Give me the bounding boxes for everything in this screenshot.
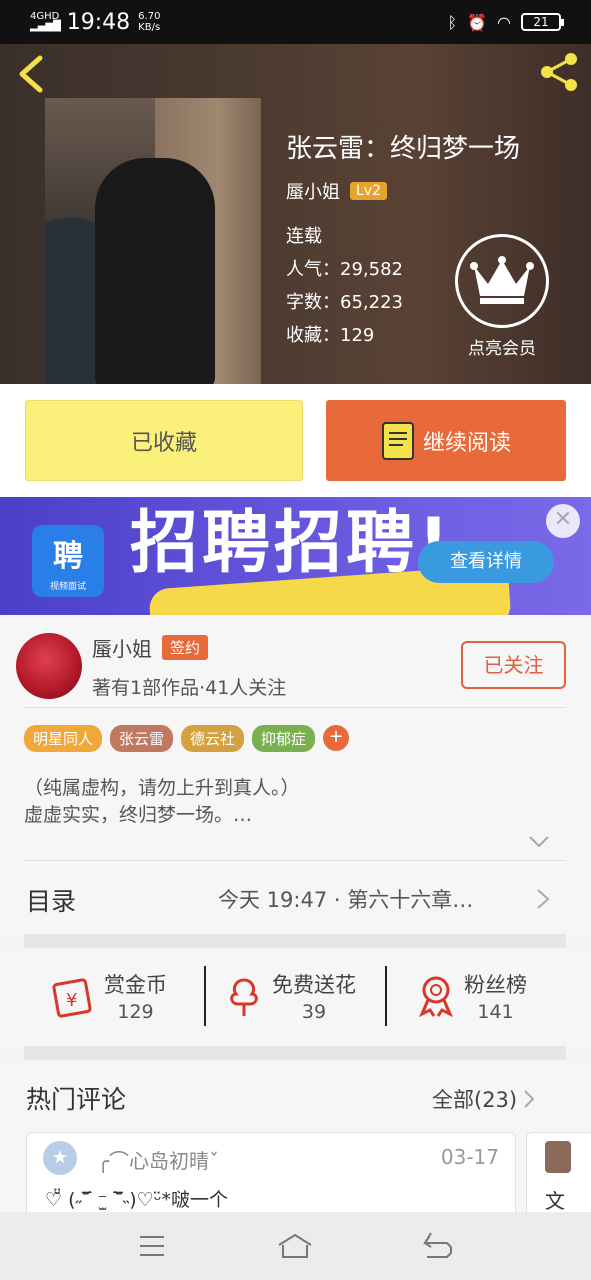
tag-item[interactable]: 张云雷 [110,725,174,752]
avatar[interactable] [16,633,82,699]
medal-icon [419,976,453,1018]
latest-chapter: 今天 19:47 · 第六十六章… [218,888,474,912]
section-separator [24,1046,566,1060]
divider [385,966,387,1026]
tag-list: 明星同人 张云雷 德云社 抑郁症 + [24,725,350,752]
book-cover[interactable] [45,98,261,384]
rewards-bar: ¥ 赏金币 129 免费送花 39 粉丝榜 141 [0,948,591,1046]
reward-flowers[interactable]: 免费送花 39 [224,966,356,1026]
tag-item[interactable]: 抑郁症 [252,725,316,752]
divider [24,860,566,861]
divider [204,966,206,1026]
menu-icon[interactable] [132,1231,172,1261]
member-label: 点亮会员 [468,339,536,359]
avatar [545,1141,571,1173]
home-icon[interactable] [275,1231,315,1261]
level-badge: Lv2 [350,182,387,200]
catalog-row[interactable]: 目录 今天 19:47 · 第六十六章… [0,862,591,934]
collected-button[interactable]: 已收藏 [25,400,303,481]
bluetooth-icon: ᛒ [447,12,458,32]
svg-text:¥: ¥ [66,990,77,1011]
chevron-right-icon [524,1090,535,1108]
catalog-label: 目录 [26,887,77,916]
popularity-stat: 人气：29,582 [286,259,403,280]
network-speed: 6.70 KB/s [138,11,161,33]
book-header: 张云雷：终归梦一场 蜃小姐 Lv2 连载 人气：29,582 字数：65,223… [0,44,591,384]
system-nav-bar [0,1212,591,1280]
network-indicator: 4GHD ▂▄▆█ [30,11,61,32]
clock: 19:48 [66,9,131,35]
tag-item[interactable]: 德云社 [181,725,245,752]
comment-text: 文 [545,1189,565,1213]
status-bar: 4GHD ▂▄▆█ 19:48 6.70 KB/s ᛒ ⏰ ◠ 21 [0,0,591,44]
book-stats: 连载 人气：29,582 字数：65,223 收藏：129 [286,220,403,352]
author-meta: 著有1部作品·41人关注 [92,677,287,699]
chevron-right-icon [537,889,550,909]
signed-badge: 签约 [162,635,209,660]
share-icon[interactable] [537,50,581,94]
serial-status: 连载 [286,226,322,247]
author-row[interactable]: 蜃小姐 Lv2 [286,178,387,204]
book-title: 张云雷：终归梦一场 [286,134,521,164]
action-bar: 已收藏 继续阅读 [0,384,591,497]
ad-banner[interactable]: 招聘招聘! 聘 视频面试 查看详情 [0,497,591,615]
all-comments-link[interactable]: 全部(23) [432,1084,535,1114]
alarm-icon: ⏰ [467,12,488,32]
ad-headline: 招聘招聘! [130,504,454,583]
close-ad-icon[interactable]: ✕ [546,504,580,538]
section-separator [24,934,566,948]
book-icon [381,421,414,460]
reward-fans-ranking[interactable]: 粉丝榜 141 [416,966,527,1026]
comment-date: 03-17 [440,1145,499,1169]
author-name[interactable]: 蜃小姐 [286,178,340,204]
wifi-icon: ◠ [497,12,511,32]
member-button[interactable]: 点亮会员 [455,234,549,359]
tag-item[interactable]: 明星同人 [24,725,103,752]
coin-envelope-icon: ¥ [52,978,92,1018]
back-nav-icon[interactable] [419,1231,459,1261]
comment-card[interactable]: ★ ╭⌒心岛初晴ˇ 03-17 ♡̆̈ (˶‾᷄ ⁻̫ ‾᷅˵)♡ᵕ̈*啵一个 [26,1132,516,1222]
word-count-stat: 字数：65,223 [286,292,403,313]
ad-detail-button[interactable]: 查看详情 [418,541,554,583]
continue-reading-button[interactable]: 继续阅读 [326,400,566,481]
crown-icon [470,256,534,304]
battery-indicator: 21 [521,13,564,31]
comment-card[interactable]: 文 [526,1132,591,1222]
ad-app-icon: 聘 视频面试 [32,525,104,597]
comment-text: ♡̆̈ (˶‾᷄ ⁻̫ ‾᷅˵)♡ᵕ̈*啵一个 [45,1189,229,1211]
reward-coins[interactable]: ¥ 赏金币 129 [52,966,167,1026]
follow-button[interactable]: 已关注 [461,641,566,689]
author-card-name[interactable]: 蜃小姐 [92,633,152,662]
comments-header: 热门评论 [26,1085,127,1114]
star-avatar-icon: ★ [43,1141,77,1175]
add-tag-icon[interactable]: + [323,725,350,751]
continue-reading-label: 继续阅读 [422,430,511,456]
back-icon[interactable] [14,54,50,94]
hot-comments: 热门评论 全部(23) ★ ╭⌒心岛初晴ˇ 03-17 ♡̆̈ (˶‾᷄ ⁻̫ … [0,1060,591,1222]
comment-user: ╭⌒心岛初晴ˇ [97,1149,220,1173]
favorites-stat: 收藏：129 [286,325,375,346]
chevron-down-icon[interactable] [528,835,550,849]
book-description[interactable]: （纯属虚构，请勿上升到真人。） 虚虚实实，终归梦一场。… [24,775,300,829]
flower-icon [230,978,258,1016]
divider [24,707,566,708]
